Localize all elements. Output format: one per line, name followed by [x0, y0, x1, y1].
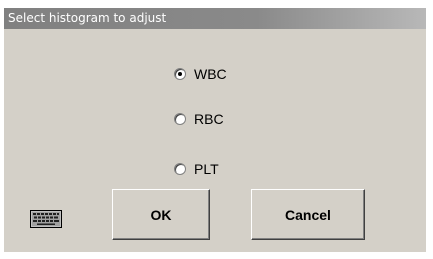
radio-label-plt: PLT: [194, 161, 219, 177]
radio-dot-selected: [178, 72, 182, 76]
cancel-button[interactable]: Cancel: [251, 189, 365, 240]
radio-label-rbc: RBC: [194, 111, 224, 127]
radio-option-wbc[interactable]: WBC: [174, 65, 227, 83]
radio-option-rbc[interactable]: RBC: [174, 110, 224, 128]
radio-button-wbc[interactable]: [174, 68, 186, 80]
dialog-title: Select histogram to adjust: [4, 8, 426, 29]
ok-button[interactable]: OK: [112, 189, 210, 240]
radio-label-wbc: WBC: [194, 66, 227, 82]
radio-option-plt[interactable]: PLT: [174, 160, 219, 178]
radio-button-plt[interactable]: [174, 163, 186, 175]
keyboard-icon[interactable]: [30, 210, 62, 228]
radio-button-rbc[interactable]: [174, 113, 186, 125]
histogram-dialog: Select histogram to adjust WBC RBC PLT O…: [4, 8, 426, 252]
